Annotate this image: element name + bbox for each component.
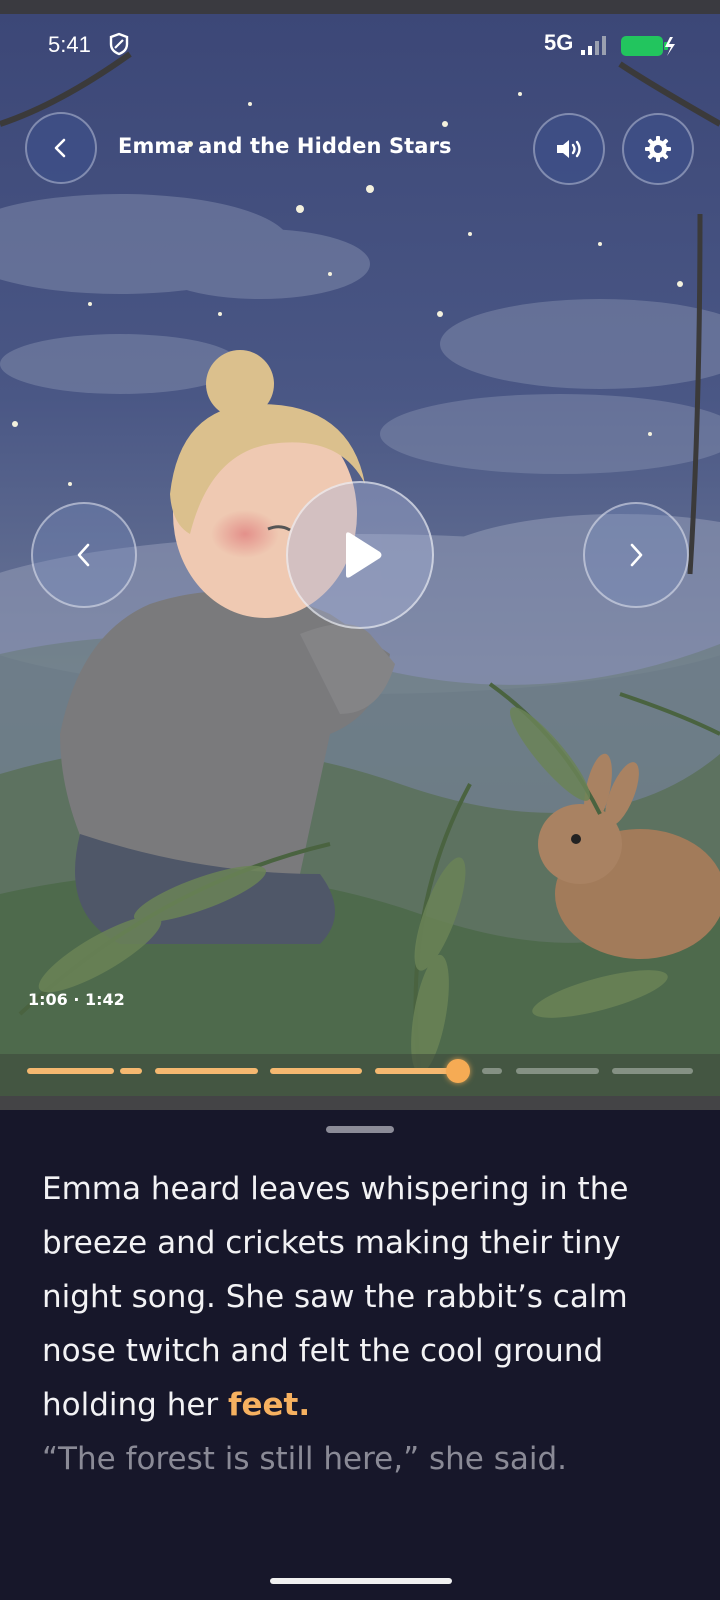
sheet-divider (0, 1096, 720, 1110)
battery-charging-icon (621, 36, 675, 56)
progress-segment (516, 1068, 599, 1074)
signal-icon (581, 36, 606, 55)
chevron-left-icon (77, 543, 90, 567)
speaker-icon (557, 140, 581, 158)
status-bar: 5:41 5G (0, 14, 720, 74)
chevron-left-icon (54, 138, 66, 158)
home-indicator[interactable] (270, 1578, 452, 1584)
playback-progress-bar[interactable] (0, 1059, 720, 1083)
progress-segment (155, 1068, 258, 1074)
progress-knob[interactable] (446, 1059, 470, 1083)
status-time: 5:41 (48, 32, 91, 57)
sheet-handle[interactable] (326, 1126, 394, 1133)
previous-page-button[interactable] (31, 502, 137, 608)
play-icon (346, 532, 382, 578)
story-read-text: Emma heard leaves whispering in the bree… (42, 1171, 629, 1423)
sound-button[interactable] (533, 113, 605, 185)
story-upcoming-text: “The forest is still here,” she said. (42, 1441, 568, 1477)
playback-time: 1:06 · 1:42 (28, 990, 125, 1009)
progress-segment (482, 1068, 502, 1074)
progress-segment (27, 1068, 114, 1074)
gear-icon (645, 136, 671, 162)
progress-segment (612, 1068, 693, 1074)
settings-button[interactable] (622, 113, 694, 185)
progress-segment (270, 1068, 362, 1074)
top-strip (0, 0, 720, 14)
story-text-sheet: Emma heard leaves whispering in the bree… (0, 1110, 720, 1600)
back-button[interactable] (25, 112, 97, 184)
story-title: Emma and the Hidden Stars (118, 134, 452, 158)
chevron-right-icon (630, 543, 643, 567)
network-type: 5G (544, 30, 574, 55)
play-button[interactable] (286, 481, 434, 629)
shield-icon (109, 32, 129, 56)
progress-segment (120, 1068, 142, 1074)
story-current-word: feet. (228, 1387, 311, 1423)
next-page-button[interactable] (583, 502, 689, 608)
story-text: Emma heard leaves whispering in the bree… (42, 1162, 692, 1486)
